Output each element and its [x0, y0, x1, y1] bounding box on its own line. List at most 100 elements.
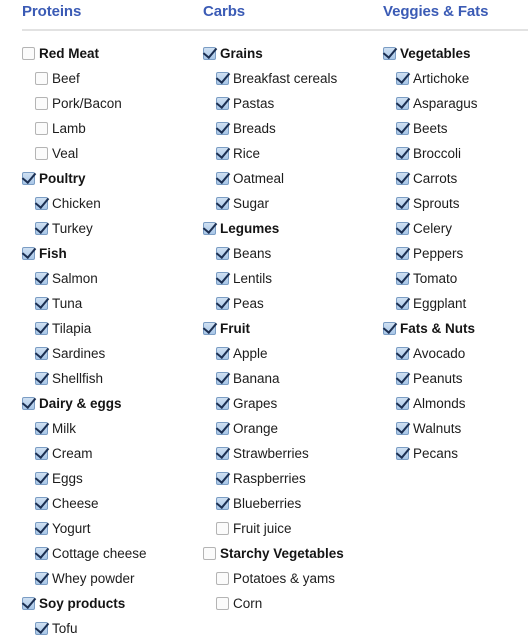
checkbox-checked-icon-grapes[interactable] [216, 397, 229, 410]
checkbox-checked-icon-poultry[interactable] [22, 172, 35, 185]
food-item-beets[interactable]: Beets [383, 116, 528, 141]
checkbox-checked-icon-tofu[interactable] [35, 622, 48, 635]
food-group-poultry[interactable]: Poultry [22, 166, 200, 191]
food-item-avocado[interactable]: Avocado [383, 341, 528, 366]
food-item-potatoes-yams[interactable]: Potatoes & yams [203, 566, 381, 591]
checkbox-unchecked-icon-red-meat[interactable] [22, 47, 35, 60]
checkbox-unchecked-icon-lamb[interactable] [35, 122, 48, 135]
food-group-soy-products[interactable]: Soy products [22, 591, 200, 616]
checkbox-checked-icon-peanuts[interactable] [396, 372, 409, 385]
checkbox-checked-icon-eggplant[interactable] [396, 297, 409, 310]
checkbox-checked-icon-pastas[interactable] [216, 97, 229, 110]
checkbox-checked-icon-salmon[interactable] [35, 272, 48, 285]
food-item-whey-powder[interactable]: Whey powder [22, 566, 200, 591]
food-item-turkey[interactable]: Turkey [22, 216, 200, 241]
checkbox-unchecked-icon-pork-bacon[interactable] [35, 97, 48, 110]
food-item-peanuts[interactable]: Peanuts [383, 366, 528, 391]
food-group-starchy-vegetables[interactable]: Starchy Vegetables [203, 541, 381, 566]
food-item-beef[interactable]: Beef [22, 66, 200, 91]
checkbox-checked-icon-orange[interactable] [216, 422, 229, 435]
checkbox-checked-icon-vegetables[interactable] [383, 47, 396, 60]
checkbox-checked-icon-fats-nuts[interactable] [383, 322, 396, 335]
food-item-salmon[interactable]: Salmon [22, 266, 200, 291]
checkbox-unchecked-icon-corn[interactable] [216, 597, 229, 610]
food-item-walnuts[interactable]: Walnuts [383, 416, 528, 441]
food-item-tomato[interactable]: Tomato [383, 266, 528, 291]
food-item-tuna[interactable]: Tuna [22, 291, 200, 316]
food-item-apple[interactable]: Apple [203, 341, 381, 366]
checkbox-checked-icon-walnuts[interactable] [396, 422, 409, 435]
checkbox-checked-icon-tomato[interactable] [396, 272, 409, 285]
food-item-oatmeal[interactable]: Oatmeal [203, 166, 381, 191]
food-item-lamb[interactable]: Lamb [22, 116, 200, 141]
checkbox-unchecked-icon-potatoes-yams[interactable] [216, 572, 229, 585]
checkbox-checked-icon-celery[interactable] [396, 222, 409, 235]
food-item-eggplant[interactable]: Eggplant [383, 291, 528, 316]
food-item-sprouts[interactable]: Sprouts [383, 191, 528, 216]
food-item-cheese[interactable]: Cheese [22, 491, 200, 516]
food-group-vegetables[interactable]: Vegetables [383, 41, 528, 66]
food-item-rice[interactable]: Rice [203, 141, 381, 166]
checkbox-checked-icon-oatmeal[interactable] [216, 172, 229, 185]
food-item-fruit-juice[interactable]: Fruit juice [203, 516, 381, 541]
food-group-fish[interactable]: Fish [22, 241, 200, 266]
checkbox-checked-icon-turkey[interactable] [35, 222, 48, 235]
checkbox-checked-icon-milk[interactable] [35, 422, 48, 435]
checkbox-checked-icon-yogurt[interactable] [35, 522, 48, 535]
food-group-dairy-eggs[interactable]: Dairy & eggs [22, 391, 200, 416]
food-item-carrots[interactable]: Carrots [383, 166, 528, 191]
checkbox-checked-icon-broccoli[interactable] [396, 147, 409, 160]
checkbox-checked-icon-peppers[interactable] [396, 247, 409, 260]
food-item-eggs[interactable]: Eggs [22, 466, 200, 491]
food-item-artichoke[interactable]: Artichoke [383, 66, 528, 91]
checkbox-checked-icon-dairy-eggs[interactable] [22, 397, 35, 410]
checkbox-checked-icon-banana[interactable] [216, 372, 229, 385]
food-item-almonds[interactable]: Almonds [383, 391, 528, 416]
food-item-cottage-cheese[interactable]: Cottage cheese [22, 541, 200, 566]
food-item-sardines[interactable]: Sardines [22, 341, 200, 366]
checkbox-checked-icon-cheese[interactable] [35, 497, 48, 510]
food-item-peppers[interactable]: Peppers [383, 241, 528, 266]
food-item-peas[interactable]: Peas [203, 291, 381, 316]
checkbox-checked-icon-sugar[interactable] [216, 197, 229, 210]
food-item-broccoli[interactable]: Broccoli [383, 141, 528, 166]
food-item-blueberries[interactable]: Blueberries [203, 491, 381, 516]
food-group-fats-nuts[interactable]: Fats & Nuts [383, 316, 528, 341]
food-group-fruit[interactable]: Fruit [203, 316, 381, 341]
checkbox-checked-icon-grains[interactable] [203, 47, 216, 60]
food-item-shellfish[interactable]: Shellfish [22, 366, 200, 391]
food-item-strawberries[interactable]: Strawberries [203, 441, 381, 466]
checkbox-unchecked-icon-fruit-juice[interactable] [216, 522, 229, 535]
checkbox-checked-icon-blueberries[interactable] [216, 497, 229, 510]
food-group-grains[interactable]: Grains [203, 41, 381, 66]
food-group-red-meat[interactable]: Red Meat [22, 41, 200, 66]
food-item-breads[interactable]: Breads [203, 116, 381, 141]
checkbox-checked-icon-rice[interactable] [216, 147, 229, 160]
checkbox-checked-icon-cottage-cheese[interactable] [35, 547, 48, 560]
food-item-pecans[interactable]: Pecans [383, 441, 528, 466]
checkbox-checked-icon-strawberries[interactable] [216, 447, 229, 460]
food-item-lentils[interactable]: Lentils [203, 266, 381, 291]
checkbox-checked-icon-apple[interactable] [216, 347, 229, 360]
checkbox-checked-icon-shellfish[interactable] [35, 372, 48, 385]
checkbox-checked-icon-raspberries[interactable] [216, 472, 229, 485]
checkbox-checked-icon-asparagus[interactable] [396, 97, 409, 110]
checkbox-checked-icon-tuna[interactable] [35, 297, 48, 310]
food-item-veal[interactable]: Veal [22, 141, 200, 166]
food-item-raspberries[interactable]: Raspberries [203, 466, 381, 491]
food-item-pork-bacon[interactable]: Pork/Bacon [22, 91, 200, 116]
food-group-legumes[interactable]: Legumes [203, 216, 381, 241]
checkbox-checked-icon-almonds[interactable] [396, 397, 409, 410]
checkbox-checked-icon-legumes[interactable] [203, 222, 216, 235]
checkbox-checked-icon-eggs[interactable] [35, 472, 48, 485]
food-item-tofu[interactable]: Tofu [22, 616, 200, 641]
checkbox-checked-icon-beans[interactable] [216, 247, 229, 260]
food-item-grapes[interactable]: Grapes [203, 391, 381, 416]
checkbox-checked-icon-peas[interactable] [216, 297, 229, 310]
food-item-asparagus[interactable]: Asparagus [383, 91, 528, 116]
checkbox-checked-icon-cream[interactable] [35, 447, 48, 460]
checkbox-checked-icon-avocado[interactable] [396, 347, 409, 360]
food-item-corn[interactable]: Corn [203, 591, 381, 616]
checkbox-checked-icon-fruit[interactable] [203, 322, 216, 335]
checkbox-checked-icon-artichoke[interactable] [396, 72, 409, 85]
